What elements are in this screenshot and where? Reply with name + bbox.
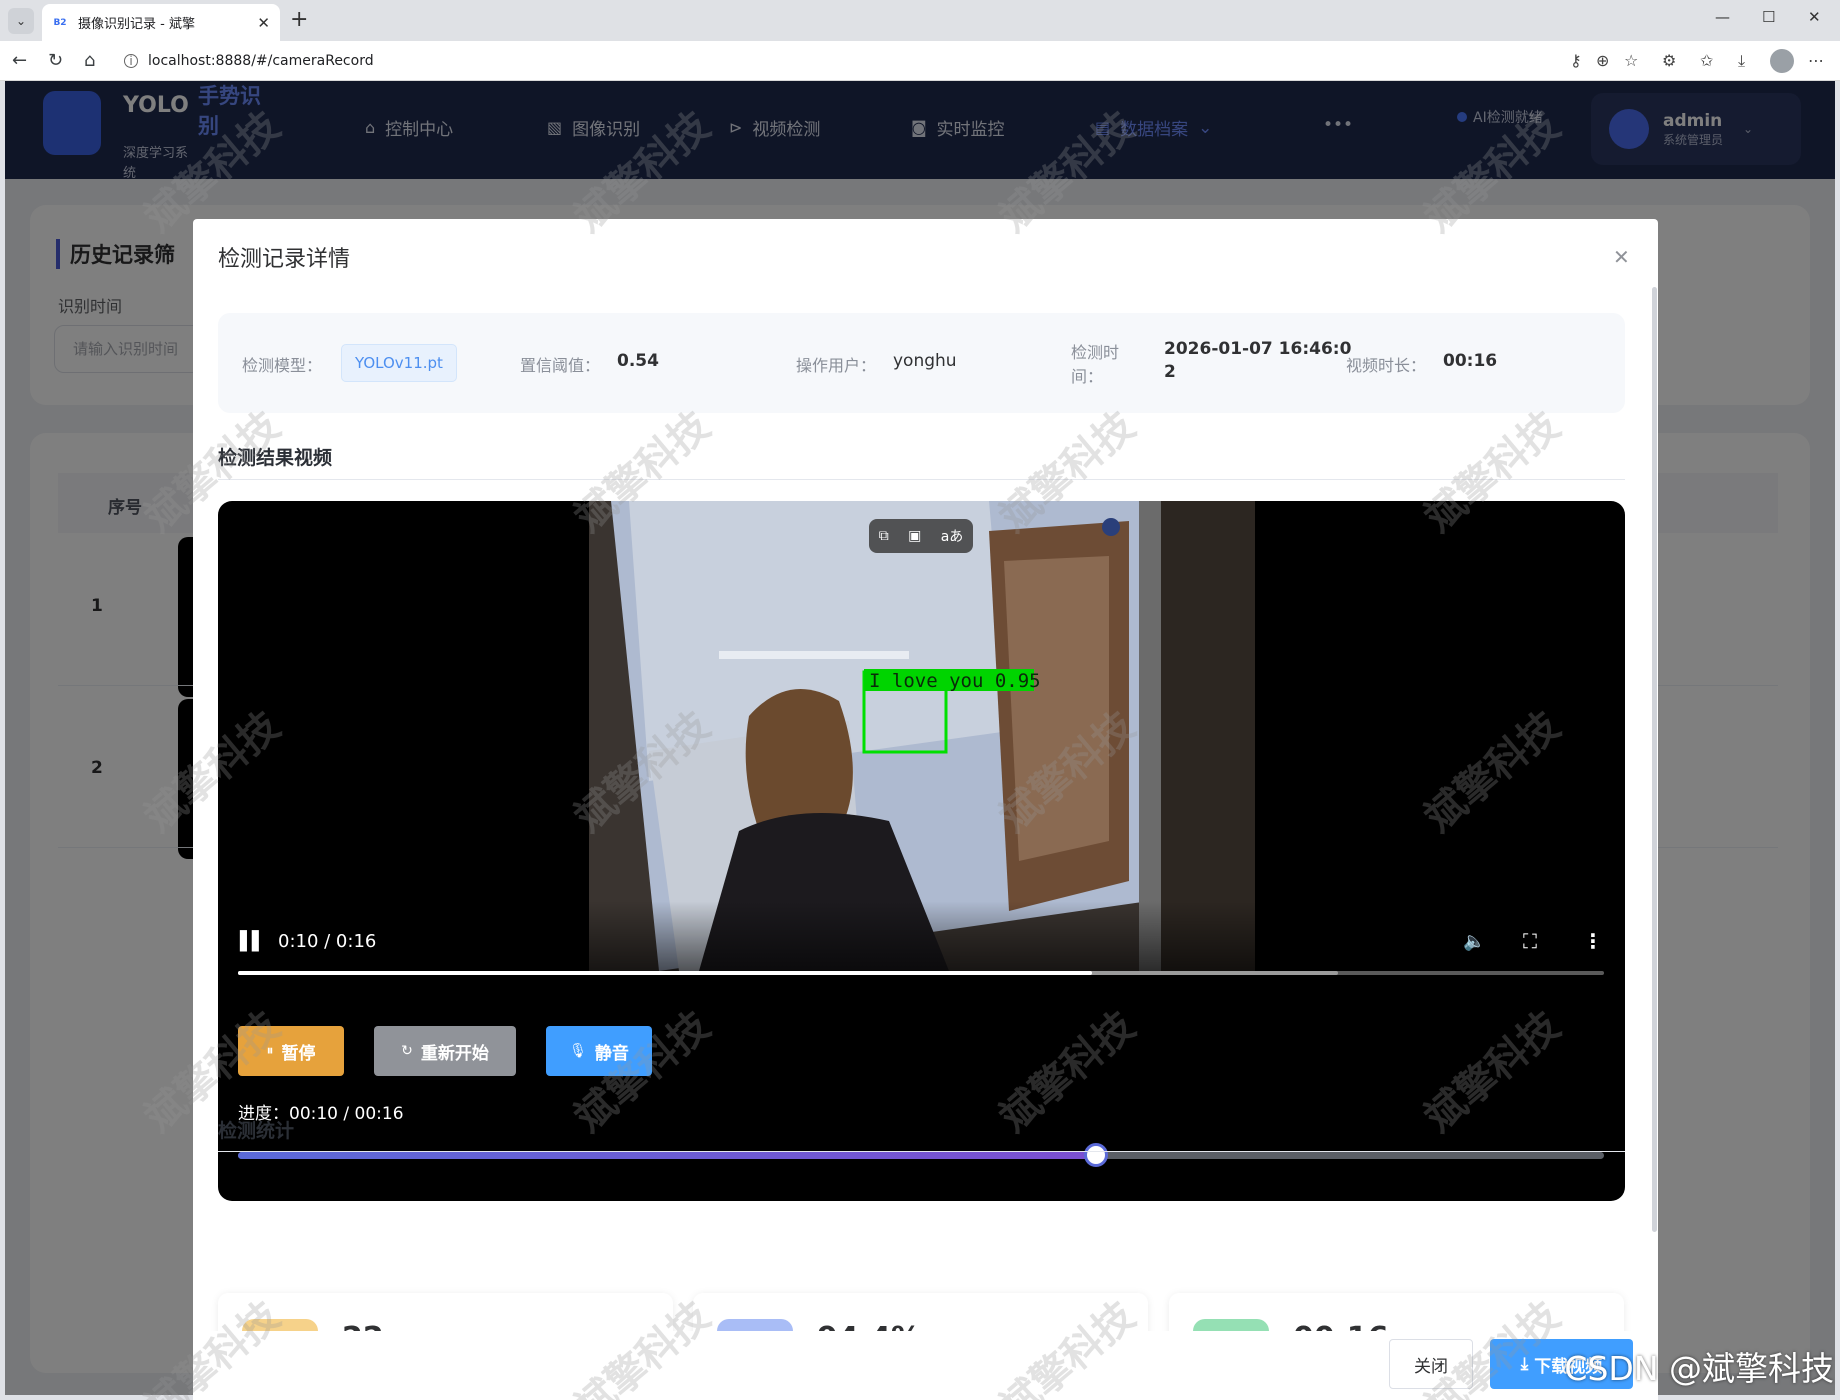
time-value-line1: 2026-01-07 16:46:0 [1164,339,1352,359]
user-value: yonghu [893,351,957,371]
pause-label: 暂停 [281,1043,316,1064]
back-icon[interactable]: ← [12,50,27,71]
csdn-watermark: CSDN @斌擎科技 [1564,1349,1834,1388]
close-icon[interactable]: ✕ [1613,245,1630,269]
restart-label: 重新开始 [420,1043,489,1064]
dialog-scrollbar[interactable] [1652,287,1657,1232]
home-icon[interactable]: ⌂ [84,50,95,71]
capture-icon[interactable]: ▣ [908,528,921,544]
more-menu-icon[interactable]: ⋯ [1808,51,1824,70]
volume-icon[interactable]: 🔈 [1463,931,1485,952]
user-label: 操作用户： [796,356,877,375]
reload-icon[interactable]: ↻ [48,50,63,71]
progress-handle[interactable] [1083,1143,1108,1167]
mute-label: 静音 [594,1043,629,1064]
pause-circle-icon: ⏸ [266,1043,274,1059]
duration-value: 00:16 [1443,351,1498,371]
video-overlay-toolbar: ⧉ ▣ aあ [869,519,973,553]
dialog-title: 检测记录详情 [218,247,351,272]
progress-fill [238,1152,1096,1159]
refresh-icon: ↻ [401,1043,413,1059]
maximize-icon[interactable]: ☐ [1762,8,1775,26]
extensions-icon[interactable]: ⚙ [1662,51,1676,70]
threshold-value: 0.54 [617,351,659,371]
record-info-bar: 检测模型： YOLOv11.pt 置信阈值： 0.54 操作用户： yonghu… [218,313,1625,413]
stats-section-title: 检测统计 [218,1120,295,1142]
duration-label: 视频时长： [1346,356,1427,375]
pause-button[interactable]: ⏸ 暂停 [238,1026,344,1076]
tab-close-icon[interactable]: ✕ [257,14,270,32]
controls-gradient [218,901,1625,971]
time-label-line1: 检测时 [1071,343,1120,362]
progress-slider[interactable] [238,1143,1604,1167]
browser-tabstrip: ⌄ B2 摄像识别记录 - 斌擎 ✕ + — ☐ ✕ [0,0,1840,41]
url-text: localhost:8888/#/cameraRecord [148,53,374,69]
section-divider [218,479,1625,480]
played-bar [238,971,1092,975]
profile-avatar[interactable] [1770,49,1794,73]
progress-time: 00:10 / 00:16 [289,1104,404,1124]
video-time: 0:10 / 0:16 [278,931,377,952]
restart-button[interactable]: ↻ 重新开始 [374,1026,516,1076]
threshold-label: 置信阈值： [520,356,601,375]
zoom-icon[interactable]: ⊕ [1596,51,1609,70]
download-icon: ⤓ [1520,1354,1529,1374]
favorites-icon[interactable]: ✩ [1700,51,1713,70]
more-vertical-icon[interactable]: ⋮ [1583,929,1603,953]
mute-button[interactable]: 🎙 静音 [546,1026,652,1076]
minimize-icon[interactable]: — [1715,8,1730,26]
section-divider [218,1151,1625,1152]
site-info-icon[interactable]: i [124,54,138,68]
pause-icon[interactable]: ▌▌ [240,931,266,952]
window-close-icon[interactable]: ✕ [1808,8,1821,26]
video-player[interactable]: I love you 0.95 ⧉ ▣ aあ ▌▌ 0:10 / 0:16 🔈 … [218,501,1625,1201]
video-seek-bar[interactable] [238,971,1604,975]
favicon-icon: B2 [53,17,67,28]
app: YOLO 手势识别 深度学习系统 ⌂控制中心 ▧图像识别 ⊳视频检测 ◙实时监控… [5,81,1835,1395]
url-field[interactable]: i localhost:8888/#/cameraRecord [112,46,1632,76]
time-label-line2: 间： [1071,367,1104,386]
pip-icon[interactable]: ⧉ [879,528,889,544]
new-tab-icon[interactable]: + [290,7,308,32]
fullscreen-icon[interactable]: ⛶ [1523,929,1537,953]
chevron-down-icon: ⌄ [15,14,27,28]
record-detail-dialog: 检测记录详情 ✕ 检测模型： YOLOv11.pt 置信阈值： 0.54 操作用… [193,219,1658,1395]
favorite-star-icon[interactable]: ☆ [1624,51,1638,70]
microphone-icon: 🎙 [569,1043,587,1059]
model-label: 检测模型： [242,356,323,375]
key-icon[interactable]: ⚷ [1570,51,1582,70]
browser-tab[interactable]: B2 摄像识别记录 - 斌擎 ✕ [42,4,280,41]
time-value-line2: 2 [1164,362,1176,382]
address-bar: ← ↻ ⌂ i localhost:8888/#/cameraRecord ⚷ … [0,41,1840,81]
translate-icon[interactable]: aあ [941,526,964,546]
model-tag: YOLOv11.pt [341,344,457,382]
close-button[interactable]: 关闭 [1389,1339,1473,1389]
tab-list-button[interactable]: ⌄ [8,8,34,34]
video-section-title: 检测结果视频 [218,447,333,469]
tab-title: 摄像识别记录 - 斌擎 [78,17,195,32]
download-icon[interactable]: ⤓ [1738,51,1745,71]
detection-label: I love you 0.95 [869,670,1041,692]
